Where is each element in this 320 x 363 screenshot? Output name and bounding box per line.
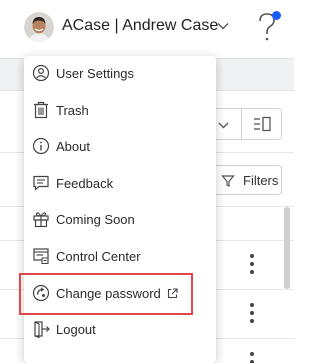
filters-label: Filters [243,173,279,188]
menu-item-label: Logout [56,322,96,337]
gift-icon [33,212,49,228]
menu-item-label: Coming Soon [56,212,135,227]
row-actions-icon[interactable] [247,352,257,363]
menu-item-label: Trash [56,103,89,118]
info-icon [32,137,50,155]
row-actions-icon[interactable] [247,303,257,325]
top-header: ACase | Andrew Case [0,0,294,58]
menu-item-about[interactable]: About [24,129,216,165]
chevron-down-icon [218,122,229,129]
menu-item-trash[interactable]: Trash [24,93,216,129]
feedback-icon [33,175,49,191]
user-settings-icon [32,64,50,82]
menu-item-control-center[interactable]: Control Center [24,239,216,275]
user-dropdown-menu: User Settings Trash About Feedback Comin… [24,56,216,363]
trash-icon [34,101,48,119]
menu-item-label: User Settings [56,66,135,81]
menu-item-feedback[interactable]: Feedback [24,166,216,202]
notification-dot [272,11,281,20]
menu-item-label: Control Center [56,249,141,264]
menu-item-logout[interactable]: Logout [24,312,216,348]
row-actions-icon[interactable] [247,254,257,276]
menu-item-label: About [56,139,90,154]
view-toggle-button[interactable] [241,108,282,140]
filter-icon [221,175,235,187]
scrollbar[interactable] [284,207,290,289]
avatar[interactable] [24,12,54,42]
logout-icon [34,321,50,338]
filters-button[interactable]: Filters [210,165,282,195]
menu-item-coming-soon[interactable]: Coming Soon [24,202,216,238]
highlight-box [19,273,193,315]
control-center-icon [33,248,49,265]
menu-item-user-settings[interactable]: User Settings [24,56,216,92]
menu-item-label: Feedback [56,176,114,191]
user-menu-trigger[interactable]: ACase | Andrew Case [62,17,218,35]
chevron-down-icon[interactable] [216,19,230,33]
list-view-icon [254,116,271,132]
